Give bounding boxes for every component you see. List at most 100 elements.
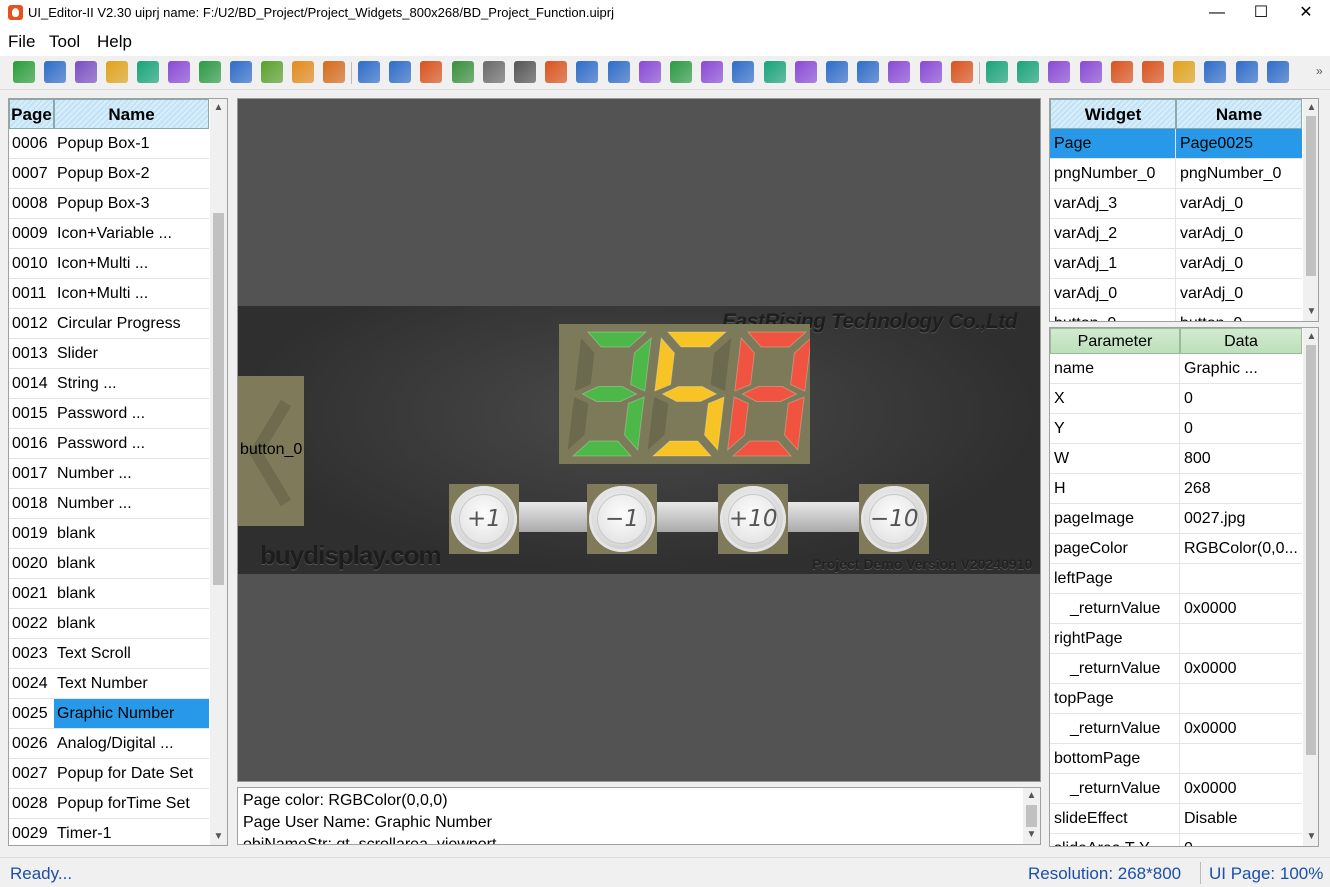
keyboard-cn-icon[interactable]	[292, 61, 314, 83]
parameter-row[interactable]: pageColor RGBColor(0,0...	[1050, 534, 1302, 564]
scroll-up-icon[interactable]: ▲	[210, 102, 227, 113]
page-list-icon[interactable]	[44, 61, 66, 83]
log-scrollbar[interactable]: ▲ ▼	[1023, 788, 1040, 844]
parameter-value[interactable]: 800	[1180, 444, 1302, 473]
parameter-value[interactable]	[1180, 744, 1302, 773]
minus-one-button[interactable]: −1	[589, 486, 655, 552]
direction-icon[interactable]	[763, 61, 786, 83]
scroll-thumb[interactable]	[1026, 805, 1037, 827]
info-log[interactable]: Page color: RGBColor(0,0,0) Page User Na…	[237, 787, 1041, 845]
align-left-icon[interactable]	[986, 61, 1008, 83]
video-icon[interactable]	[919, 61, 942, 83]
parameter-row[interactable]: topPage	[1050, 684, 1302, 714]
minus-ten-button[interactable]: −10	[861, 486, 927, 552]
clock-icon[interactable]	[482, 61, 505, 83]
same-height-icon[interactable]	[1235, 61, 1258, 83]
parameter-row[interactable]: bottomPage	[1050, 744, 1302, 774]
gauge-icon[interactable]	[888, 61, 911, 83]
fit-icon[interactable]	[1173, 61, 1196, 83]
page-list-row[interactable]: 0012 Circular Progress	[9, 309, 209, 339]
parameter-row[interactable]: name Graphic ...	[1050, 354, 1302, 384]
page-list-row[interactable]: 0010 Icon+Multi ...	[9, 249, 209, 279]
column-header-parameter[interactable]: Parameter	[1050, 328, 1180, 354]
menu-help[interactable]: Help	[97, 32, 132, 52]
parameter-row[interactable]: slideArea T-Y0	[1050, 834, 1302, 846]
parameter-value[interactable]: 0x0000	[1180, 774, 1302, 803]
plus-one-button[interactable]: +1	[451, 486, 517, 552]
parameter-value[interactable]: Graphic ...	[1180, 354, 1302, 383]
design-canvas[interactable]: EastRising Technology Co.,Ltd buydisplay…	[237, 98, 1041, 782]
page-list-row[interactable]: 0006 Popup Box-1	[9, 129, 209, 159]
widget-row[interactable]: varAdj_3 varAdj_0	[1050, 189, 1302, 219]
align-right-icon[interactable]	[1017, 61, 1040, 83]
parameter-value[interactable]: 0	[1180, 834, 1302, 846]
widget-row[interactable]: pngNumber_0 pngNumber_0	[1050, 159, 1302, 189]
page-list-scrollbar[interactable]: ▲ ▼	[210, 99, 227, 845]
parameter-value[interactable]	[1180, 624, 1302, 653]
distribute-v-icon[interactable]	[1142, 61, 1164, 83]
tree-icon[interactable]	[137, 61, 159, 83]
widget-row[interactable]: Page Page0025	[1050, 129, 1302, 159]
parameter-list-scrollbar[interactable]: ▲ ▼	[1303, 328, 1318, 846]
page-list-row[interactable]: 0024 Text Number	[9, 669, 209, 699]
keyboard-en-icon[interactable]	[261, 61, 283, 83]
page-list-row[interactable]: 0027 Popup for Date Set	[9, 759, 209, 789]
palette-icon[interactable]	[168, 61, 190, 83]
scroll-down-icon[interactable]: ▼	[1023, 829, 1040, 840]
page-list-row[interactable]: 0020 blank	[9, 549, 209, 579]
align-top-icon[interactable]	[1048, 61, 1071, 83]
digital-clock-icon[interactable]	[514, 61, 536, 83]
keyboard-icon[interactable]	[230, 61, 252, 83]
scroll-up-icon[interactable]: ▲	[1303, 331, 1318, 342]
page-list-row[interactable]: 0022 blank	[9, 609, 209, 639]
widget-row[interactable]: varAdj_0 varAdj_0	[1050, 279, 1302, 309]
parameter-row[interactable]: _returnValue 0x0000	[1050, 714, 1302, 744]
page-list-row[interactable]: 0026 Analog/Digital ...	[9, 729, 209, 759]
page-list-row[interactable]: 0019 blank	[9, 519, 209, 549]
parameter-value[interactable]	[1180, 564, 1302, 593]
parameter-value[interactable]: Disable	[1180, 804, 1302, 833]
menu-file[interactable]: File	[8, 32, 35, 52]
page-list-row[interactable]: 0017 Number ...	[9, 459, 209, 489]
scroll-down-icon[interactable]: ▼	[1303, 831, 1318, 842]
scroll-up-icon[interactable]: ▲	[1303, 102, 1318, 113]
parameter-value[interactable]: 268	[1180, 474, 1302, 503]
minimize-button[interactable]: —	[1194, 2, 1240, 24]
number-icon[interactable]	[420, 61, 443, 83]
parameter-row[interactable]: _returnValue 0x0000	[1050, 654, 1302, 684]
wav-icon[interactable]	[638, 61, 661, 83]
png-number-widget[interactable]	[559, 324, 812, 464]
parameter-row[interactable]: rightPage	[1050, 624, 1302, 654]
widget-list-scrollbar[interactable]: ▲ ▼	[1303, 99, 1318, 321]
parameter-value[interactable]: 0	[1180, 384, 1302, 413]
scroll-thumb[interactable]	[213, 213, 224, 585]
record-icon[interactable]	[950, 61, 973, 83]
page-list-row[interactable]: 0014 String ...	[9, 369, 209, 399]
parameter-row[interactable]: _returnValue 0x0000	[1050, 594, 1302, 624]
scroll-up-icon[interactable]: ▲	[1023, 790, 1040, 801]
parameter-row[interactable]: _returnValue 0x0000	[1050, 774, 1302, 804]
page-list-row[interactable]: 0007 Popup Box-2	[9, 159, 209, 189]
alarm-icon[interactable]	[545, 61, 568, 83]
parameter-row[interactable]: Y0	[1050, 414, 1302, 444]
column-header-widget-name[interactable]: Name	[1176, 99, 1302, 129]
scroll-down-icon[interactable]: ▼	[1303, 306, 1318, 317]
page-list-row[interactable]: 0021 blank	[9, 579, 209, 609]
maximize-button[interactable]: ☐	[1238, 2, 1284, 24]
page-list-row[interactable]: 0028 Popup forTime Set	[9, 789, 209, 819]
menu-tool[interactable]: Tool	[49, 32, 80, 52]
parameter-row[interactable]: W 800	[1050, 444, 1302, 474]
qr-code-icon[interactable]	[607, 61, 630, 83]
widget-row[interactable]: varAdj_1 varAdj_0	[1050, 249, 1302, 279]
chart-icon[interactable]	[826, 61, 848, 83]
text-icon[interactable]	[389, 61, 412, 83]
plus-ten-button[interactable]: +10	[720, 486, 786, 552]
page-list-row[interactable]: 0008 Popup Box-3	[9, 189, 209, 219]
page-list-row[interactable]: 0016 Password ...	[9, 429, 209, 459]
page-list-row[interactable]: 0018 Number ...	[9, 489, 209, 519]
parameter-value[interactable]: 0x0000	[1180, 594, 1302, 623]
parameter-row[interactable]: H 268	[1050, 474, 1302, 504]
parameter-value[interactable]: 0x0000	[1180, 654, 1302, 683]
zoom-icon[interactable]	[1266, 61, 1289, 83]
close-button[interactable]: ✕	[1283, 2, 1329, 24]
